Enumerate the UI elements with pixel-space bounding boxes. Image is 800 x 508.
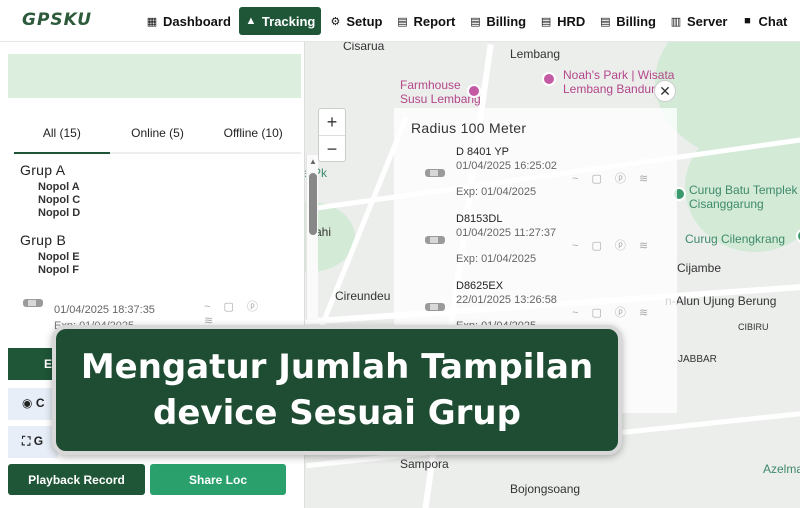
car-icon <box>425 169 445 177</box>
map-pin[interactable] <box>467 84 481 98</box>
caption-line-2: device Sesuai Grup <box>153 393 521 433</box>
main-nav: ▦ Dashboard ▲ Tracking ⚙ Setup ▤ Report … <box>140 6 795 36</box>
map-label: Curug Cilengkrang <box>685 232 786 246</box>
caption-overlay: Mengatur Jumlah Tampilan device Sesuai G… <box>52 325 622 455</box>
share-location-button[interactable]: Share Loc <box>150 464 286 495</box>
group-title[interactable]: Grup B <box>20 232 66 248</box>
tab-all[interactable]: All (15) <box>14 114 110 154</box>
map-label: Bojongsoang <box>510 482 581 496</box>
popup-vehicle-item[interactable]: D8153DL 01/04/2025 11:27:37 Exp: 01/04/2… <box>394 211 677 271</box>
tab-online[interactable]: Online (5) <box>110 114 206 152</box>
nav-dashboard[interactable]: ▦ Dashboard <box>140 7 237 35</box>
map-label: JABBAR <box>678 354 717 365</box>
scroll-up-icon[interactable]: ▲ <box>309 157 317 166</box>
vehicle-status-icons: ~ ▢ ⓟ ≋ <box>572 173 654 185</box>
receipt-icon: ▤ <box>470 15 481 28</box>
zoom-out-button[interactable]: − <box>319 136 345 163</box>
map-label: Cisarua <box>343 42 385 53</box>
caption-line-1: Mengatur Jumlah Tampilan <box>80 347 594 387</box>
vehicle-status-icons: ~ ▢ ⓟ ≋ <box>572 307 654 319</box>
map-label: Cijambe <box>677 261 722 275</box>
vehicle-plate: D8153DL <box>456 213 503 225</box>
car-icon <box>23 299 43 307</box>
document-icon: ▤ <box>540 15 552 28</box>
car-icon <box>425 303 445 311</box>
vehicle-expiry: Exp: 01/04/2025 <box>456 186 537 198</box>
navigation-arrow-icon: ▲ <box>245 15 257 27</box>
playback-record-button[interactable]: Playback Record <box>8 464 145 495</box>
top-navbar: GPSKU ▦ Dashboard ▲ Tracking ⚙ Setup ▤ R… <box>0 0 800 42</box>
map-label: Curug Batu Templek Cisanggarung <box>689 183 798 211</box>
car-icon <box>425 236 445 244</box>
vehicle-datetime: 01/04/2025 18:37:35 <box>54 304 155 316</box>
map-label: Azelma <box>763 462 800 476</box>
location-pin-icon: ◉ <box>22 396 36 410</box>
popup-title: Radius 100 Meter <box>411 120 527 136</box>
nav-billing[interactable]: ▤ Billing <box>463 7 532 35</box>
scrollbar-thumb[interactable] <box>309 173 317 235</box>
map-label: Sampora <box>400 457 449 471</box>
vehicle-datetime: 01/04/2025 16:25:02 <box>456 160 557 172</box>
chat-icon: ■ <box>744 15 751 27</box>
vehicle-plate: D8625EX <box>456 280 504 292</box>
status-tabs: All (15) Online (5) Offline (10) <box>14 114 301 154</box>
vehicle-expiry: Exp: 01/04/2025 <box>456 253 537 265</box>
vehicle-status-icons: ~ ▢ ⓟ ≋ <box>572 240 654 252</box>
document-icon: ▤ <box>397 15 408 28</box>
nav-chat[interactable]: ■ Chat <box>735 7 793 35</box>
zoom-in-button[interactable]: + <box>319 109 345 136</box>
side-button-g[interactable]: ⛶ G <box>8 426 58 458</box>
nav-report[interactable]: ▤ Report <box>391 7 462 35</box>
grid-icon: ▦ <box>146 15 158 28</box>
group-title[interactable]: Grup A <box>20 162 65 178</box>
group-item[interactable]: Nopol D <box>38 207 80 219</box>
nav-billing-2[interactable]: ▤ Billing <box>593 7 662 35</box>
gear-icon: ⚙ <box>330 15 341 28</box>
nav-server[interactable]: ▥ Server <box>664 7 733 35</box>
receipt-icon: ▤ <box>600 15 611 28</box>
tab-offline[interactable]: Offline (10) <box>205 114 301 152</box>
map-pin[interactable] <box>542 72 556 86</box>
app-logo[interactable]: GPSKU <box>22 10 92 30</box>
nav-hrd[interactable]: ▤ HRD <box>534 7 591 35</box>
vehicle-datetime: 01/04/2025 11:27:37 <box>456 227 557 239</box>
popup-vehicle-item[interactable]: D 8401 YP 01/04/2025 16:25:02 Exp: 01/04… <box>394 144 677 204</box>
group-item[interactable]: Nopol F <box>38 264 79 276</box>
vehicle-status-icons: ~ ▢ ⓟ ≋ <box>204 301 263 327</box>
fullscreen-icon: ⛶ <box>22 434 34 448</box>
side-button-e[interactable]: E <box>8 348 58 380</box>
panel-banner <box>8 54 301 98</box>
vehicle-plate: D 8401 YP <box>456 146 510 158</box>
group-item[interactable]: Nopol A <box>38 181 80 193</box>
map-pin[interactable] <box>796 229 800 243</box>
vehicle-datetime: 22/01/2025 13:26:58 <box>456 294 557 306</box>
map-label: Lembang <box>510 47 561 61</box>
nav-tracking[interactable]: ▲ Tracking <box>238 7 322 35</box>
map-label: CIBIRU <box>738 322 769 332</box>
map-label: n-Alun Ujung Berung <box>665 294 777 308</box>
side-button-location[interactable]: ◉ C <box>8 388 58 420</box>
group-item[interactable]: Nopol E <box>38 251 80 263</box>
nav-setup[interactable]: ⚙ Setup <box>323 7 388 35</box>
close-icon[interactable]: ✕ <box>654 80 676 102</box>
map-label: Cireundeu <box>335 289 391 303</box>
panel-scrollbar[interactable]: ▲ <box>306 155 318 320</box>
group-item[interactable]: Nopol C <box>38 194 80 206</box>
server-icon: ▥ <box>670 15 682 28</box>
zoom-control: + − <box>318 108 346 162</box>
